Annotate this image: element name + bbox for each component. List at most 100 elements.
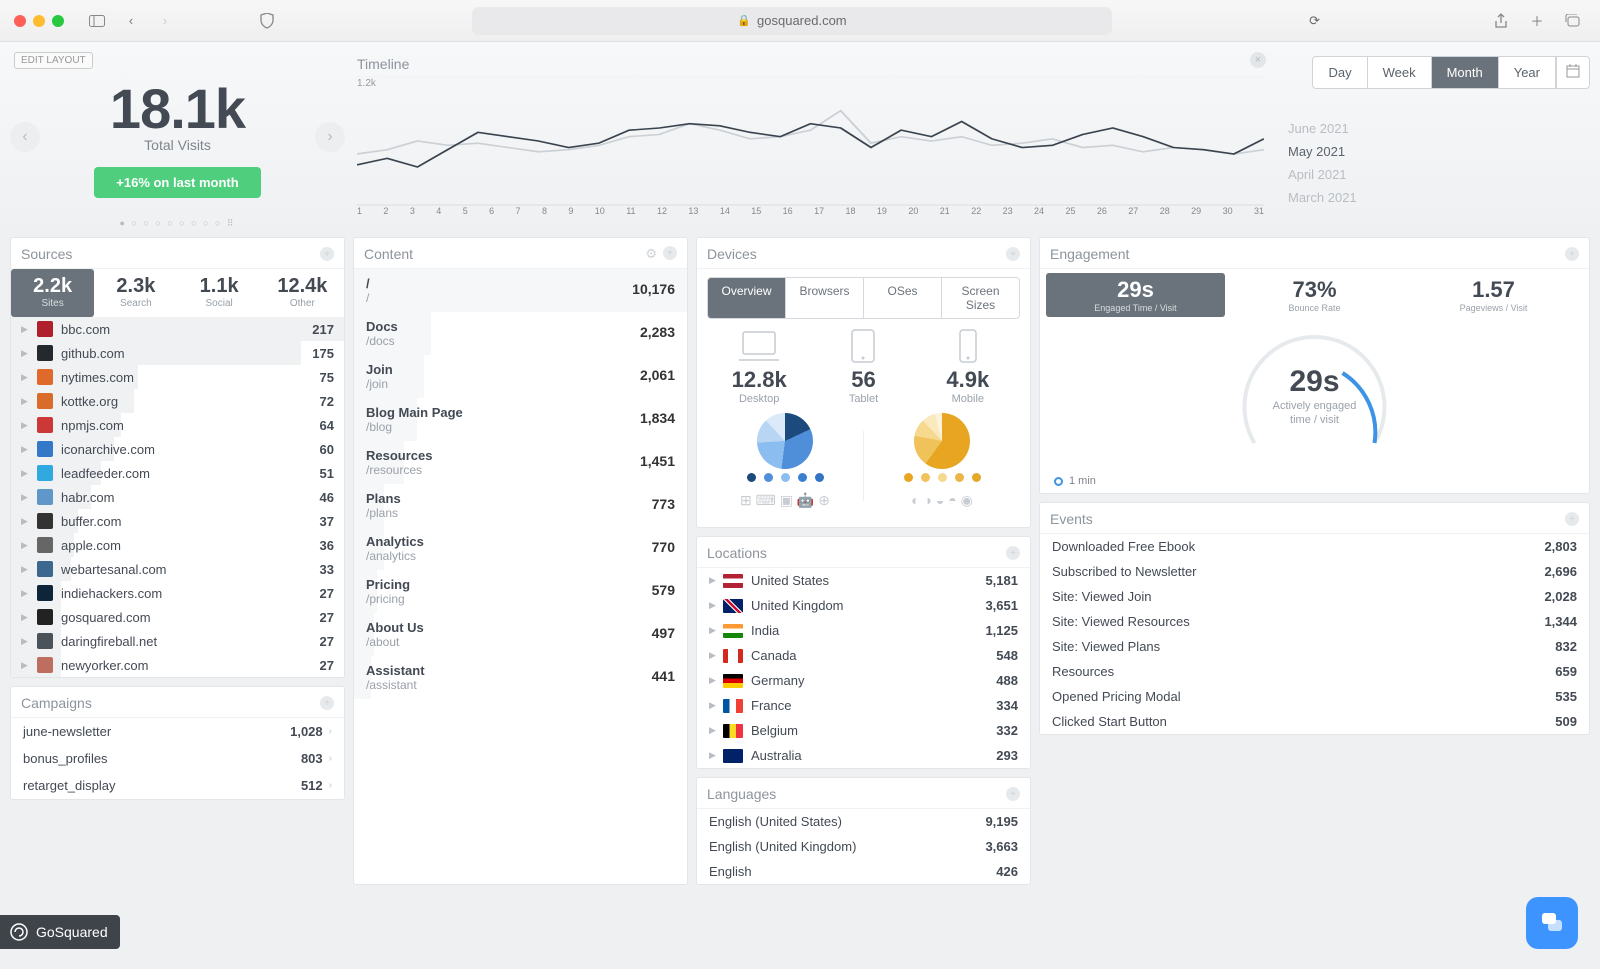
sources-metric-tab[interactable]: 1.1kSocial [178, 269, 261, 317]
location-row[interactable]: ▶France334 [697, 693, 1030, 718]
devices-panel: Devices + OverviewBrowsersOSesScreen Siz… [696, 237, 1031, 528]
hero-next-icon[interactable]: › [315, 122, 345, 152]
hero-prev-icon[interactable]: ‹ [10, 122, 40, 152]
content-row[interactable]: //10,176 [354, 269, 687, 312]
new-tab-icon[interactable]: ＋ [1524, 8, 1550, 34]
close-window-icon[interactable] [14, 15, 26, 27]
source-row[interactable]: ▶gosquared.com27 [11, 605, 344, 629]
source-row[interactable]: ▶nytimes.com75 [11, 365, 344, 389]
source-row[interactable]: ▶bbc.com217 [11, 317, 344, 341]
range-tab-week[interactable]: Week [1368, 57, 1432, 88]
back-icon[interactable]: ‹ [118, 8, 144, 34]
event-row[interactable]: Clicked Start Button509 [1040, 709, 1589, 734]
source-row[interactable]: ▶github.com175 [11, 341, 344, 365]
month-option[interactable]: June 2021 [1288, 117, 1590, 140]
sidebar-toggle-icon[interactable] [84, 8, 110, 34]
event-row[interactable]: Site: Viewed Plans832 [1040, 634, 1589, 659]
campaign-row[interactable]: bonus_profiles803› [11, 745, 344, 772]
month-option[interactable]: March 2021 [1288, 186, 1590, 209]
range-tab-day[interactable]: Day [1313, 57, 1367, 88]
window-controls [14, 15, 64, 27]
add-widget-icon[interactable]: + [1565, 512, 1579, 526]
chat-button[interactable] [1526, 897, 1578, 949]
event-row[interactable]: Resources659 [1040, 659, 1589, 684]
forward-icon[interactable]: › [152, 8, 178, 34]
location-row[interactable]: ▶United Kingdom3,651 [697, 593, 1030, 618]
location-row[interactable]: ▶Australia293 [697, 743, 1030, 768]
hero-pagination[interactable]: ● ○ ○ ○ ○ ○ ○ ○ ○ ⠿ [10, 218, 345, 229]
sources-metric-tab[interactable]: 12.4kOther [261, 269, 344, 317]
lock-icon: 🔒 [737, 14, 751, 27]
month-option[interactable]: April 2021 [1288, 163, 1590, 186]
range-tab-year[interactable]: Year [1499, 57, 1556, 88]
engagement-tab[interactable]: 1.57Pageviews / Visit [1404, 273, 1583, 317]
range-tab-month[interactable]: Month [1432, 57, 1499, 88]
add-widget-icon[interactable]: + [320, 247, 334, 261]
tabs-icon[interactable] [1560, 8, 1586, 34]
device-tab[interactable]: Browsers [786, 278, 864, 318]
add-widget-icon[interactable]: + [1006, 546, 1020, 560]
engagement-tab[interactable]: 73%Bounce Rate [1225, 273, 1404, 317]
content-row[interactable]: Blog Main Page/blog1,834 [354, 398, 687, 441]
campaign-row[interactable]: june-newsletter1,028› [11, 718, 344, 745]
source-row[interactable]: ▶newyorker.com27 [11, 653, 344, 677]
month-option[interactable]: May 2021 [1288, 140, 1590, 163]
content-row[interactable]: Resources/resources1,451 [354, 441, 687, 484]
location-row[interactable]: ▶Canada548 [697, 643, 1030, 668]
source-row[interactable]: ▶iconarchive.com60 [11, 437, 344, 461]
add-widget-icon[interactable]: + [1565, 247, 1579, 261]
event-row[interactable]: Site: Viewed Resources1,344 [1040, 609, 1589, 634]
minimize-window-icon[interactable] [33, 15, 45, 27]
event-row[interactable]: Subscribed to Newsletter2,696 [1040, 559, 1589, 584]
event-row[interactable]: Site: Viewed Join2,028 [1040, 584, 1589, 609]
settings-icon[interactable]: ⚙ [645, 246, 657, 262]
event-row[interactable]: Downloaded Free Ebook2,803 [1040, 534, 1589, 559]
content-row[interactable]: Plans/plans773 [354, 484, 687, 527]
mobile-pie-chart [914, 413, 970, 469]
content-row[interactable]: Docs/docs2,283 [354, 312, 687, 355]
content-row[interactable]: Pricing/pricing579 [354, 570, 687, 613]
add-widget-icon[interactable]: + [1006, 787, 1020, 801]
engagement-tab[interactable]: 29sEngaged Time / Visit [1046, 273, 1225, 317]
browser-toolbar: ‹ › 🔒 gosquared.com ⟳ ＋ [0, 0, 1600, 42]
location-row[interactable]: ▶Germany488 [697, 668, 1030, 693]
device-tab[interactable]: OSes [864, 278, 942, 318]
campaign-row[interactable]: retarget_display512› [11, 772, 344, 799]
source-row[interactable]: ▶leadfeeder.com51 [11, 461, 344, 485]
source-row[interactable]: ▶npmjs.com64 [11, 413, 344, 437]
location-row[interactable]: ▶United States5,181 [697, 568, 1030, 593]
sources-metric-tab[interactable]: 2.3kSearch [94, 269, 177, 317]
maximize-window-icon[interactable] [52, 15, 64, 27]
refresh-icon[interactable]: ⟳ [1309, 13, 1320, 29]
calendar-icon[interactable] [1556, 57, 1589, 88]
shield-icon[interactable] [254, 8, 280, 34]
brand-badge[interactable]: GoSquared [0, 915, 120, 949]
source-row[interactable]: ▶webartesanal.com33 [11, 557, 344, 581]
share-icon[interactable] [1488, 8, 1514, 34]
source-row[interactable]: ▶habr.com46 [11, 485, 344, 509]
device-tab[interactable]: Overview [708, 278, 786, 318]
timeline-close-icon[interactable]: × [1250, 52, 1266, 68]
source-row[interactable]: ▶kottke.org72 [11, 389, 344, 413]
language-row[interactable]: English426 [697, 859, 1030, 884]
content-row[interactable]: Join/join2,061 [354, 355, 687, 398]
source-row[interactable]: ▶apple.com36 [11, 533, 344, 557]
location-row[interactable]: ▶India1,125 [697, 618, 1030, 643]
device-tab[interactable]: Screen Sizes [942, 278, 1019, 318]
source-row[interactable]: ▶buffer.com37 [11, 509, 344, 533]
language-row[interactable]: English (United States)9,195 [697, 809, 1030, 834]
content-row[interactable]: About Us/about497 [354, 613, 687, 656]
language-row[interactable]: English (United Kingdom)3,663 [697, 834, 1030, 859]
source-row[interactable]: ▶indiehackers.com27 [11, 581, 344, 605]
event-row[interactable]: Opened Pricing Modal535 [1040, 684, 1589, 709]
sources-metric-tab[interactable]: 2.2kSites [11, 269, 94, 317]
source-row[interactable]: ▶daringfireball.net27 [11, 629, 344, 653]
add-widget-icon[interactable]: + [1006, 247, 1020, 261]
location-row[interactable]: ▶Belgium332 [697, 718, 1030, 743]
content-row[interactable]: Analytics/analytics770 [354, 527, 687, 570]
address-bar[interactable]: 🔒 gosquared.com ⟳ [472, 7, 1112, 35]
add-widget-icon[interactable]: + [320, 696, 334, 710]
add-widget-icon[interactable]: + [663, 246, 677, 260]
content-row[interactable]: Assistant/assistant441 [354, 656, 687, 699]
gauge-label: Actively engagedtime / visit [1040, 399, 1589, 428]
